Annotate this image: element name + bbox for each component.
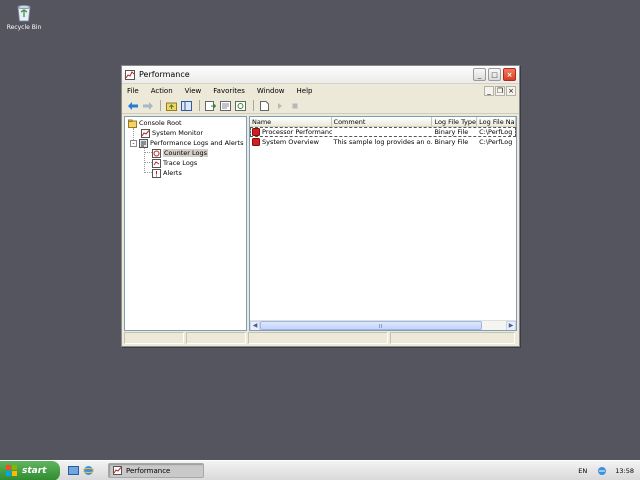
row-type: Binary File [434,128,469,136]
child-minimize-button[interactable]: _ [484,86,494,96]
maximize-button[interactable]: □ [488,68,501,81]
table-row[interactable]: Processor Performance Binary File C:\Per… [250,127,516,137]
tree-item-label: Trace Logs [163,159,198,167]
title-bar[interactable]: Performance _ □ × [122,66,519,84]
refresh-icon[interactable] [234,99,247,112]
row-comment: This sample log provides an o... [333,138,433,146]
scroll-left-icon[interactable]: ◀ [250,320,260,330]
tree-item-label: Performance Logs and Alerts [150,139,244,147]
performance-app-icon [125,69,135,80]
tree-item-label: System Monitor [152,129,204,137]
recycle-bin-icon [15,2,33,22]
tree-item-label: Console Root [139,119,182,127]
start-label: start [22,465,47,476]
logs-icon [139,138,148,148]
recycle-bin[interactable]: Recycle Bin [6,2,42,31]
menu-view[interactable]: View [179,87,208,95]
folder-icon [128,119,137,128]
new-log-icon[interactable] [258,99,271,112]
table-row[interactable]: System Overview This sample log provides… [250,137,516,147]
column-header-comment[interactable]: Comment [332,117,433,126]
console-tree: Console Root System Monitor - Performanc… [124,116,247,331]
internet-explorer-icon[interactable] [82,465,95,476]
tree-item-alerts[interactable]: Alerts [152,168,182,178]
log-icon [252,138,260,146]
performance-app-icon [113,466,122,475]
menu-help[interactable]: Help [291,87,319,95]
content-area: Console Root System Monitor - Performanc… [124,116,517,331]
menu-action[interactable]: Action [145,87,179,95]
scroll-thumb[interactable] [260,320,482,330]
show-desktop-icon[interactable] [68,465,79,476]
child-close-button[interactable]: × [506,86,516,96]
column-header-log-file-type[interactable]: Log File Type [432,117,478,126]
tree-item-label: Counter Logs [163,149,209,157]
tree-item-label: Alerts [163,169,182,177]
toolbar [122,98,519,114]
chart-icon [141,128,150,138]
properties-icon[interactable] [219,99,232,112]
export-list-icon[interactable] [204,99,217,112]
collapse-toggle[interactable]: - [130,139,137,147]
minimize-button[interactable]: _ [473,68,486,81]
status-pane [186,332,246,344]
tree-item-trace-logs[interactable]: Trace Logs [152,158,197,168]
scroll-track[interactable] [260,320,506,331]
recycle-bin-label: Recycle Bin [6,24,42,31]
window-title: Performance [139,70,190,79]
row-name: Processor Performance [262,128,332,136]
start-log-icon[interactable] [273,99,286,112]
performance-window: Performance _ □ × File Action View Favor… [121,65,520,347]
close-button[interactable]: × [503,68,516,81]
tree-item-console-root[interactable]: Console Root [128,118,182,128]
horizontal-scrollbar[interactable]: ◀ ▶ [250,320,516,330]
quick-launch [60,465,98,476]
menu-favorites[interactable]: Favorites [207,87,251,95]
taskbar: start Performance EN 13:58 [0,460,640,480]
status-pane [390,332,515,344]
list-header: Name Comment Log File Type Log File Na [250,117,516,127]
row-name: System Overview [262,138,319,146]
tree-item-system-monitor[interactable]: System Monitor [141,128,203,138]
start-button[interactable]: start [0,460,60,480]
stop-log-icon[interactable] [288,99,301,112]
status-pane [124,332,184,344]
status-pane [248,332,388,344]
network-icon[interactable] [597,466,607,476]
child-restore-button[interactable]: ❐ [495,86,505,96]
taskbar-button-label: Performance [126,466,171,475]
row-type: Binary File [434,138,469,146]
back-icon[interactable] [126,99,139,112]
status-bar [124,332,517,344]
column-header-name[interactable]: Name [250,117,332,126]
column-header-log-file-name[interactable]: Log File Na [477,117,516,126]
menu-file[interactable]: File [125,87,145,95]
log-icon [252,128,260,136]
row-file: C:\PerfLog [479,138,513,146]
windows-logo-icon [6,465,17,476]
trace-logs-icon [152,158,161,168]
show-hide-tree-icon[interactable] [180,99,193,112]
row-file: C:\PerfLog [479,128,513,136]
up-folder-icon[interactable] [165,99,178,112]
tree-item-performance-logs[interactable]: - Performance Logs and Alerts [130,138,243,148]
language-indicator[interactable]: EN [578,467,587,475]
system-tray: EN 13:58 [572,461,640,480]
scroll-right-icon[interactable]: ▶ [506,320,516,330]
counter-logs-icon [152,148,161,158]
clock[interactable]: 13:58 [615,467,634,475]
alerts-icon [152,168,161,178]
log-list: Name Comment Log File Type Log File Na P… [249,116,517,331]
taskbar-button-performance[interactable]: Performance [108,463,204,478]
menu-bar: File Action View Favorites Window Help _… [122,84,519,98]
menu-window[interactable]: Window [251,87,291,95]
tree-item-counter-logs[interactable]: Counter Logs [152,148,209,158]
forward-icon[interactable] [141,99,154,112]
